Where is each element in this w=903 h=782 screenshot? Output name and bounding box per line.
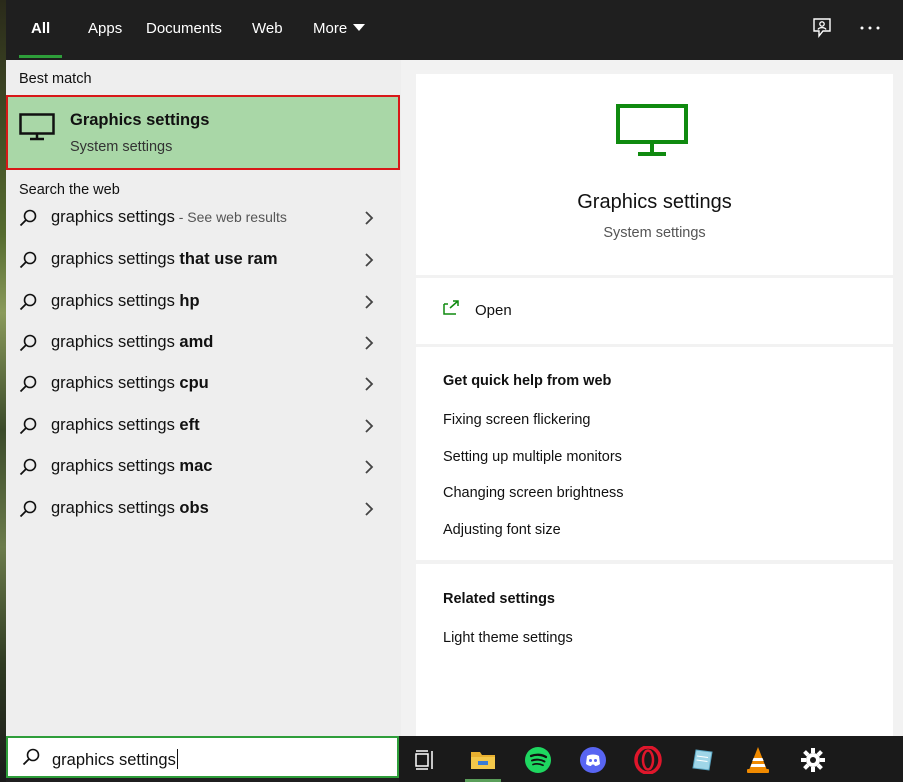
web-result-bold: amd <box>179 333 214 351</box>
web-result-base: graphics settings <box>51 499 180 517</box>
preview-panel: Graphics settings System settings Open G… <box>401 60 903 736</box>
discord-icon[interactable] <box>575 742 611 778</box>
vlc-icon[interactable] <box>740 742 776 778</box>
search-icon <box>19 375 37 398</box>
tab-web-label: Web <box>252 20 283 37</box>
opera-icon[interactable] <box>630 742 666 778</box>
tab-web[interactable]: Web <box>240 0 295 60</box>
chevron-right-icon[interactable] <box>364 294 374 315</box>
web-result-item[interactable]: graphics settings hp <box>6 283 401 323</box>
web-result-bold: that use ram <box>179 250 278 268</box>
tab-documents[interactable]: Documents <box>134 0 234 60</box>
task-view-icon[interactable] <box>407 742 443 778</box>
chevron-right-icon[interactable] <box>364 501 374 522</box>
web-result-base: graphics settings <box>51 208 175 226</box>
settings-gear-icon[interactable] <box>795 742 831 778</box>
tab-more-label: More <box>313 20 348 37</box>
quick-help-link[interactable]: Changing screen brightness <box>443 485 624 501</box>
web-result-base: graphics settings <box>51 250 180 268</box>
monitor-icon <box>19 113 55 146</box>
chevron-right-icon[interactable] <box>364 252 374 273</box>
preview-header-card: Graphics settings System settings <box>416 74 893 275</box>
web-result-bold: obs <box>179 499 209 517</box>
web-result-item[interactable]: graphics settings mac <box>6 448 401 488</box>
feedback-icon[interactable] <box>808 14 836 42</box>
web-result-bold: hp <box>179 292 200 310</box>
tab-documents-label: Documents <box>146 20 222 37</box>
text-caret <box>176 749 178 769</box>
preview-subtitle: System settings <box>603 225 706 241</box>
file-explorer-icon[interactable] <box>465 742 501 782</box>
chevron-right-icon[interactable] <box>364 376 374 397</box>
taskbar <box>399 736 903 782</box>
search-input[interactable]: graphics settings <box>6 736 399 778</box>
web-result-item[interactable]: graphics settings obs <box>6 490 401 530</box>
search-icon <box>19 500 37 523</box>
search-tabs-bar: All Apps Documents Web More <box>6 0 903 60</box>
search-icon <box>22 748 40 771</box>
web-result-base: graphics settings <box>51 457 180 475</box>
web-result-base: graphics settings <box>51 416 180 434</box>
search-icon <box>19 251 37 274</box>
chevron-right-icon[interactable] <box>364 335 374 356</box>
search-web-heading: Search the web <box>19 182 120 198</box>
quick-help-link[interactable]: Setting up multiple monitors <box>443 449 622 465</box>
quick-help-link[interactable]: Adjusting font size <box>443 522 561 538</box>
search-icon <box>19 458 37 481</box>
quick-help-link[interactable]: Fixing screen flickering <box>443 412 590 428</box>
chevron-right-icon[interactable] <box>364 418 374 439</box>
web-result-suffix: - See web results <box>174 209 287 225</box>
tab-more[interactable]: More <box>301 0 377 60</box>
spotify-icon[interactable] <box>520 742 556 778</box>
related-settings-card: Related settings Light theme settings <box>416 564 893 736</box>
quick-help-heading: Get quick help from web <box>443 373 612 389</box>
web-result-bold: cpu <box>179 374 209 392</box>
related-settings-heading: Related settings <box>443 591 555 607</box>
results-panel: Best match Graphics settings System sett… <box>6 60 401 736</box>
monitor-icon-large <box>616 104 688 163</box>
web-result-bold: eft <box>179 416 200 434</box>
best-match-title: Graphics settings <box>70 111 210 129</box>
web-result-item[interactable]: graphics settings eft <box>6 407 401 447</box>
web-result-base: graphics settings <box>51 374 180 392</box>
search-icon <box>19 293 37 316</box>
best-match-item[interactable]: Graphics settings System settings <box>6 95 400 170</box>
tab-apps[interactable]: Apps <box>76 0 134 60</box>
web-result-bold: mac <box>179 457 213 475</box>
chevron-right-icon[interactable] <box>364 210 374 231</box>
search-icon <box>19 334 37 357</box>
open-action-card[interactable]: Open <box>416 278 893 344</box>
web-result-base: graphics settings <box>51 292 180 310</box>
tab-apps-label: Apps <box>88 20 123 37</box>
search-input-value: graphics settings <box>52 751 176 769</box>
web-result-item[interactable]: graphics settings that use ram <box>6 241 401 281</box>
best-match-subtitle: System settings <box>70 139 173 155</box>
web-result-item[interactable]: graphics settings - See web results <box>6 199 401 239</box>
web-result-item[interactable]: graphics settings amd <box>6 324 401 364</box>
open-button-label: Open <box>475 302 512 319</box>
web-result-base: graphics settings <box>51 333 180 351</box>
notepad-icon[interactable] <box>685 742 721 778</box>
related-settings-link[interactable]: Light theme settings <box>443 630 573 646</box>
tab-all[interactable]: All <box>19 0 63 60</box>
tab-all-label: All <box>31 20 51 37</box>
best-match-heading: Best match <box>19 71 92 87</box>
search-icon <box>19 209 37 232</box>
open-external-icon <box>442 300 460 321</box>
more-options-icon[interactable] <box>856 14 884 42</box>
web-result-item[interactable]: graphics settings cpu <box>6 365 401 405</box>
quick-help-card: Get quick help from web Fixing screen fl… <box>416 347 893 560</box>
chevron-right-icon[interactable] <box>364 459 374 480</box>
search-icon <box>19 417 37 440</box>
preview-title: Graphics settings <box>577 191 732 213</box>
caret-down-icon <box>353 24 366 31</box>
